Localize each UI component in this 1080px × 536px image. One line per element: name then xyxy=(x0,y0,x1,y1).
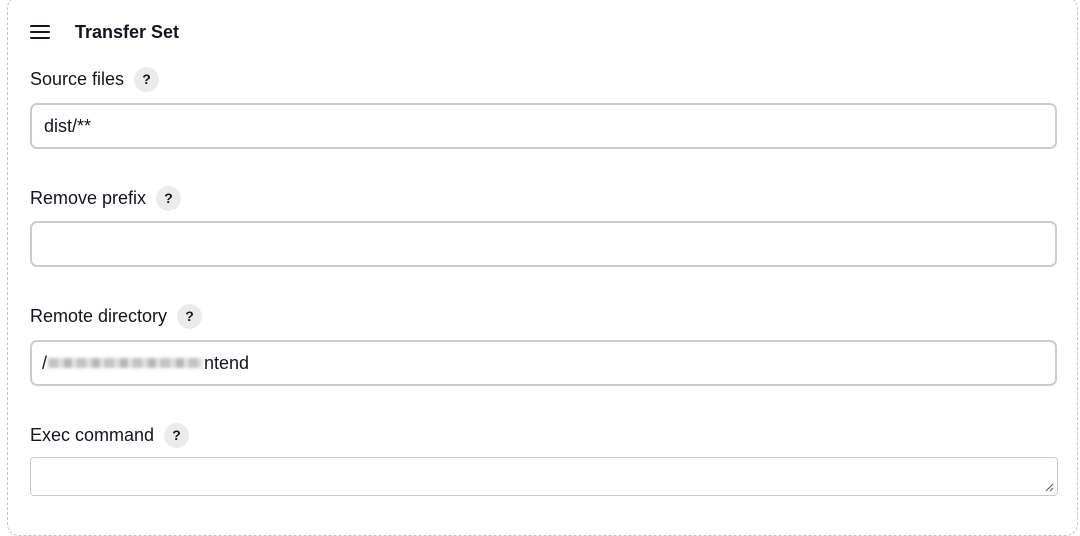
exec-command-label-row: Exec command ? xyxy=(30,421,190,449)
help-icon[interactable]: ? xyxy=(156,185,182,211)
remote-directory-label: Remote directory xyxy=(30,305,168,326)
remote-directory-input[interactable]: / ntend xyxy=(30,340,1057,386)
remove-prefix-input[interactable] xyxy=(30,221,1057,267)
remote-directory-label-row: Remote directory ? xyxy=(30,302,203,330)
exec-command-textarea[interactable] xyxy=(30,457,1058,496)
source-files-label: Source files xyxy=(30,68,125,89)
help-icon[interactable]: ? xyxy=(177,303,203,329)
remove-prefix-label: Remove prefix xyxy=(30,187,147,208)
transfer-set-panel xyxy=(7,0,1078,536)
section-header: Transfer Set xyxy=(30,18,179,46)
remove-prefix-label-row: Remove prefix ? xyxy=(30,184,182,212)
help-icon[interactable]: ? xyxy=(134,66,160,92)
drag-handle-icon[interactable] xyxy=(30,25,50,39)
remote-directory-value-prefix: / xyxy=(42,352,48,373)
source-files-input[interactable] xyxy=(30,103,1057,149)
source-files-label-row: Source files ? xyxy=(30,65,160,93)
help-icon[interactable]: ? xyxy=(164,422,190,448)
section-title: Transfer Set xyxy=(75,21,180,42)
exec-command-label: Exec command xyxy=(30,424,155,445)
resize-grip-icon[interactable] xyxy=(1044,482,1054,492)
redacted-path xyxy=(48,358,204,368)
remote-directory-value-suffix: ntend xyxy=(204,352,250,373)
